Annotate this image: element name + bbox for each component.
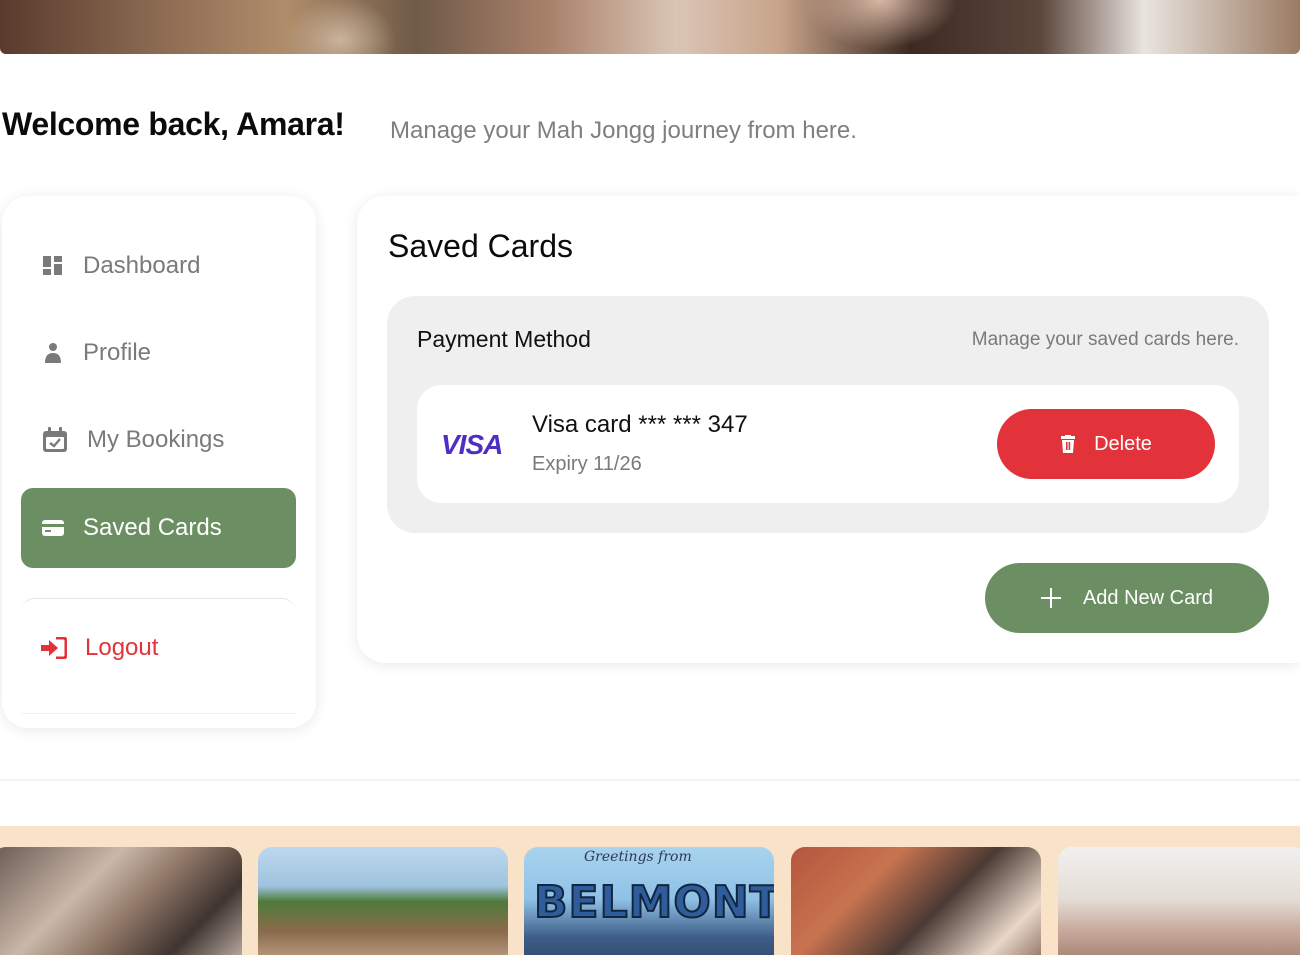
welcome-title: Welcome back, Amara! [2,106,345,142]
payment-method-subtitle: Manage your saved cards here. [971,329,1239,350]
card-expiry: Expiry 11/26 [532,453,642,475]
sidebar-item-profile[interactable]: Profile [21,313,296,393]
postcard-script-text: Greetings from [584,849,692,865]
sidebar-item-label: Saved Cards [83,514,222,541]
sidebar-item-label: Profile [83,339,152,366]
plus-icon [1040,588,1061,608]
hero-photo-banner [0,0,1300,54]
visa-logo: VISA [441,429,503,460]
delete-card-button[interactable]: Delete [997,409,1215,479]
add-new-card-label: Add New Card [1082,586,1214,609]
add-new-card-button[interactable]: Add New Card [985,563,1269,633]
page-title: Saved Cards [388,228,573,264]
sidebar-item-label: My Bookings [87,426,225,453]
payment-method-title: Payment Method [417,326,591,352]
calendar-check-icon [41,427,69,452]
logout-button[interactable]: Logout [21,598,296,714]
trash-icon [1060,435,1076,453]
card-name: Visa card *** *** 347 [532,411,748,438]
photo-gallery: Greetings from BELMONT [0,826,1300,955]
saved-card-row: VISA Visa card *** *** 347 Expiry 11/26 … [417,385,1239,503]
welcome-subtitle: Manage your Mah Jongg journey from here. [390,117,857,144]
gallery-photo[interactable] [0,847,242,955]
user-icon [41,341,65,365]
section-divider [0,779,1300,781]
payment-method-box: Payment Method Manage your saved cards h… [387,296,1269,533]
sidebar-item-label: Logout [85,633,159,661]
credit-card-icon [41,516,65,540]
saved-cards-panel: Saved Cards Payment Method Manage your s… [357,196,1300,663]
sidebar: Dashboard Profile My Bookings Saved Card… [2,196,316,728]
sidebar-item-saved-cards[interactable]: Saved Cards [21,488,296,568]
gallery-photo[interactable] [1058,847,1300,955]
delete-label: Delete [1094,432,1152,455]
gallery-photo-postcard[interactable]: Greetings from BELMONT [524,847,774,955]
gallery-photo[interactable] [258,847,508,955]
sidebar-item-my-bookings[interactable]: My Bookings [21,400,296,480]
sidebar-item-label: Dashboard [83,252,201,279]
postcard-title-text: BELMONT [533,876,774,929]
gallery-photo[interactable] [791,847,1041,955]
sign-in-icon [41,636,67,660]
dashboard-icon [41,254,65,278]
sidebar-item-dashboard[interactable]: Dashboard [21,226,296,306]
